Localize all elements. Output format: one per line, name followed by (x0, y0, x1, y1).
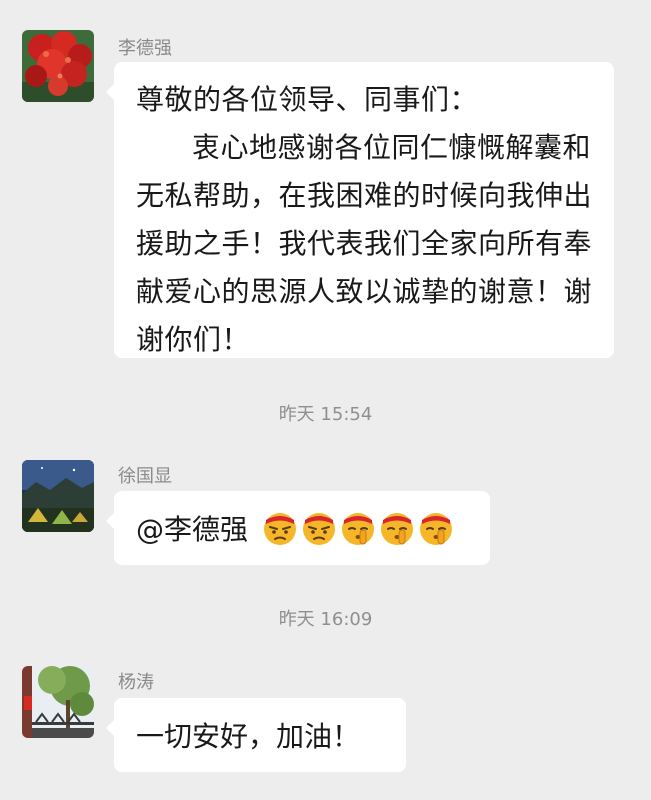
shush-emoji-icon (340, 510, 376, 546)
message-bubble[interactable]: 尊敬的各位领导、同事们： 衷心地感谢各位同仁慷慨解囊和无私帮助，在我困难的时候向… (106, 62, 614, 358)
sender-name: 杨涛 (118, 672, 154, 693)
message-greeting: 尊敬的各位领导、同事们： (136, 83, 479, 116)
sender-name: 李德强 (118, 38, 172, 59)
message-bubble[interactable]: @李德强 (106, 491, 490, 565)
shush-emoji-icon (379, 510, 415, 546)
angry-emoji-icon (301, 510, 337, 546)
message-bubble[interactable]: 一切安好，加油！ (106, 698, 406, 772)
avatar-tree-bridge-icon[interactable] (22, 666, 94, 738)
message-text: 一切安好，加油！ (136, 720, 361, 753)
angry-emoji-icon (262, 510, 298, 546)
sender-name: 徐国显 (118, 466, 172, 487)
timestamp: 昨天 15:54 (278, 404, 373, 425)
mention-text[interactable]: @李德强 (136, 508, 248, 548)
timestamp: 昨天 16:09 (278, 609, 373, 630)
avatar-red-flower-tree-icon[interactable] (22, 30, 94, 102)
shush-emoji-icon (418, 510, 454, 546)
avatar-campsite-tents-icon[interactable] (22, 460, 94, 532)
message-body: 衷心地感谢各位同仁慷慨解囊和无私帮助，在我困难的时候向我伸出援助之手！我代表我们… (136, 131, 593, 356)
chat-history[interactable]: 李德强 尊敬的各位领导、同事们： 衷心地感谢各位同仁慷慨解囊和无私帮助，在我困难… (0, 0, 651, 800)
